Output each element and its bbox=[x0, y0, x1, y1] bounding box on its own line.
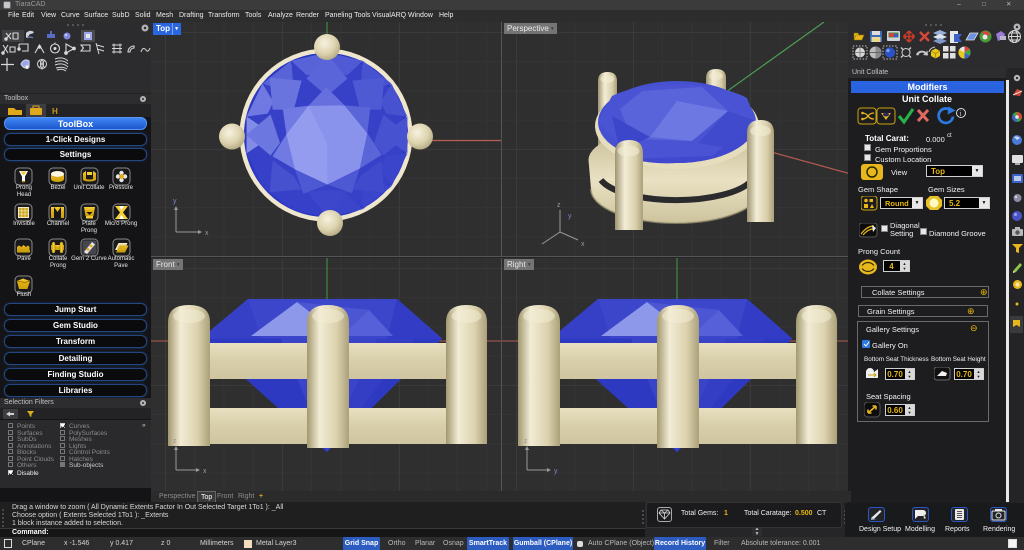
svg-text:x: x bbox=[203, 468, 207, 475]
svg-text:x: x bbox=[581, 241, 585, 248]
svg-text:y: y bbox=[568, 213, 572, 220]
svg-text:y: y bbox=[173, 198, 177, 205]
svg-text:z: z bbox=[557, 202, 561, 209]
svg-text:y: y bbox=[554, 468, 558, 475]
svg-text:z: z bbox=[173, 438, 177, 445]
svg-text:x: x bbox=[205, 230, 209, 237]
svg-text:i: i bbox=[960, 111, 962, 118]
svg-text:H: H bbox=[52, 107, 58, 116]
svg-text:z: z bbox=[524, 438, 528, 445]
